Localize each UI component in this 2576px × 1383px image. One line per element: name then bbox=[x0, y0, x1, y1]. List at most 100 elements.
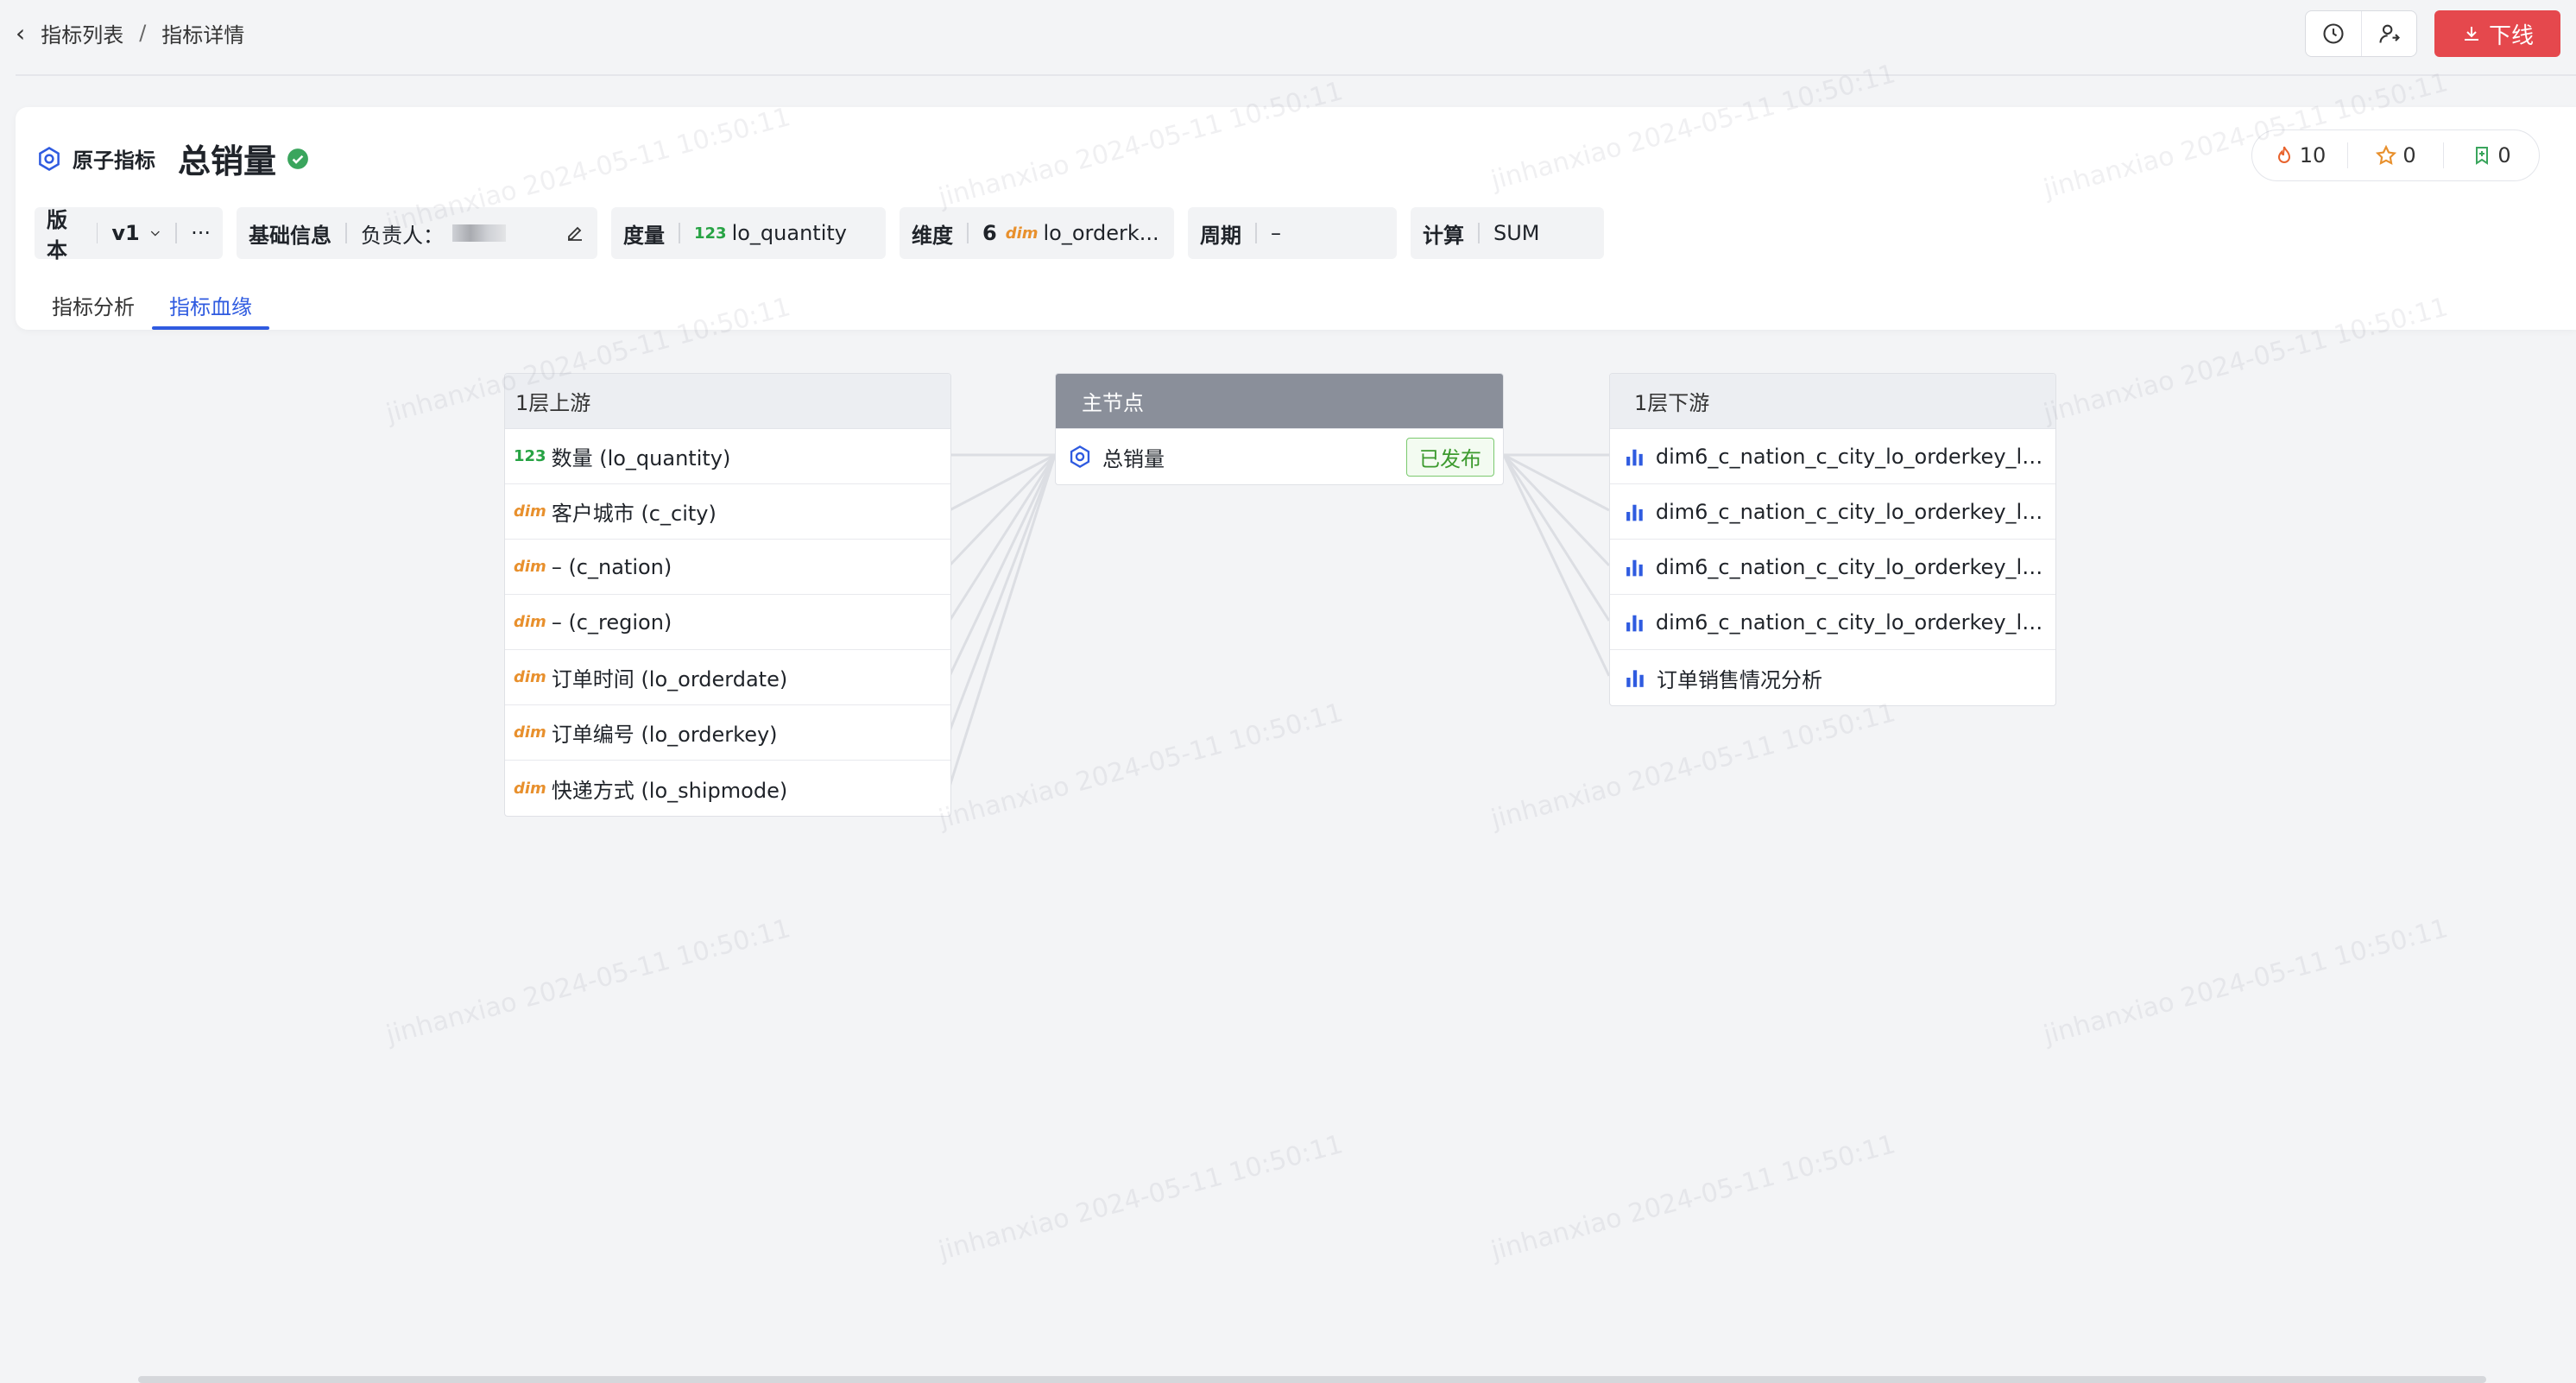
version-key: 版本 bbox=[47, 208, 67, 262]
upstream-item[interactable]: dim 订单编号 (lo_orderkey) bbox=[505, 705, 950, 761]
favorite-stat[interactable]: 0 bbox=[2347, 142, 2443, 168]
downstream-item-label: dim6_c_nation_c_city_lo_orderkey_lo_... bbox=[1655, 444, 2047, 469]
downstream-item[interactable]: dim6_c_nation_c_city_lo_orderkey_lo_... bbox=[1610, 595, 2055, 650]
verified-icon bbox=[287, 148, 308, 169]
hot-stat[interactable]: 10 bbox=[2252, 143, 2347, 167]
user-switch-icon bbox=[2378, 24, 2400, 43]
flame-icon bbox=[2277, 146, 2290, 163]
breadcrumb-parent[interactable]: 指标列表 bbox=[41, 18, 123, 48]
separator bbox=[345, 223, 347, 243]
upstream-item-label: 数量 (lo_quantity) bbox=[551, 446, 731, 470]
number-type-icon: 123 bbox=[694, 224, 727, 243]
metric-header-card: 原子指标 总销量 10 0 0 版本 v1 ··· 基础信息 负责人： 度量 1… bbox=[16, 107, 2576, 330]
dim-type-icon: dim bbox=[514, 723, 546, 742]
bar-chart-icon bbox=[1626, 504, 1643, 521]
upstream-item[interactable]: dim – (c_nation) bbox=[505, 540, 950, 595]
hot-count: 10 bbox=[2299, 143, 2327, 167]
downstream-item-label: dim6_c_nation_c_city_lo_orderkey_lo_... bbox=[1655, 499, 2047, 524]
calc-box: 计算 SUM bbox=[1411, 207, 1604, 259]
downstream-item-label: dim6_c_nation_c_city_lo_orderkey_lo_... bbox=[1655, 609, 2047, 635]
period-box: 周期 – bbox=[1188, 207, 1397, 259]
bar-chart-icon bbox=[1626, 670, 1644, 687]
downstream-panel: 1层下游 dim6_c_nation_c_city_lo_orderkey_lo… bbox=[1609, 373, 2056, 706]
link-downstream-3 bbox=[1502, 453, 1611, 567]
upstream-item[interactable]: dim – (c_region) bbox=[505, 595, 950, 650]
top-divider bbox=[16, 74, 2576, 76]
atomic-metric-icon bbox=[1070, 445, 1090, 469]
upstream-panel: 1层上游 123 数量 (lo_quantity) dim 客户城市 (c_ci… bbox=[504, 373, 951, 817]
link-upstream-7 bbox=[948, 454, 1057, 787]
bar-chart-icon bbox=[1626, 559, 1643, 576]
upstream-item[interactable]: dim 快递方式 (lo_shipmode) bbox=[505, 761, 950, 816]
downstream-item-label: 订单销售情况分析 bbox=[1657, 667, 1822, 692]
dim-type-icon: dim bbox=[514, 502, 546, 521]
basic-info-box: 基础信息 负责人： bbox=[237, 207, 597, 259]
chevron-down-icon[interactable] bbox=[148, 225, 162, 241]
upstream-item-label: 客户城市 (c_city) bbox=[551, 502, 717, 526]
tab-metric-analysis[interactable]: 指标分析 bbox=[35, 280, 152, 330]
calc-key: 计算 bbox=[1423, 223, 1464, 248]
metric-title: 总销量 bbox=[178, 142, 277, 180]
bar-chart-icon bbox=[1626, 449, 1643, 465]
published-status-badge: 已发布 bbox=[1406, 437, 1494, 477]
separator bbox=[175, 223, 178, 243]
measure-key: 度量 bbox=[623, 223, 665, 248]
main-node-label: 总销量 bbox=[1102, 446, 1165, 471]
downstream-item[interactable]: 订单销售情况分析 bbox=[1610, 650, 2055, 705]
horizontal-scrollbar[interactable] bbox=[138, 1376, 2486, 1383]
clock-icon bbox=[2323, 23, 2344, 44]
breadcrumb: ‹ 指标列表 / 指标详情 bbox=[16, 18, 244, 48]
metric-title-row: 原子指标 总销量 bbox=[36, 135, 309, 182]
dim-type-icon: dim bbox=[1005, 224, 1039, 243]
offline-button[interactable]: 下线 bbox=[2434, 10, 2560, 57]
history-button[interactable] bbox=[2306, 11, 2361, 56]
lineage-canvas[interactable]: 1层上游 123 数量 (lo_quantity) dim 客户城市 (c_ci… bbox=[0, 330, 2576, 1383]
dimension-value[interactable]: lo_orderk... bbox=[1044, 221, 1159, 245]
upstream-item[interactable]: dim 客户城市 (c_city) bbox=[505, 484, 950, 540]
link-upstream-5 bbox=[948, 454, 1057, 677]
downstream-item[interactable]: dim6_c_nation_c_city_lo_orderkey_lo_... bbox=[1610, 484, 2055, 540]
breadcrumb-current: 指标详情 bbox=[161, 22, 245, 47]
separator bbox=[967, 223, 969, 243]
downstream-item[interactable]: dim6_c_nation_c_city_lo_orderkey_lo_... bbox=[1610, 540, 2055, 595]
top-icon-group bbox=[2305, 10, 2417, 57]
downstream-item-label: dim6_c_nation_c_city_lo_orderkey_lo_... bbox=[1655, 554, 2047, 579]
version-box: 版本 v1 ··· bbox=[35, 207, 223, 262]
main-node-title: 主节点 bbox=[1056, 374, 1503, 429]
offline-button-label: 下线 bbox=[2488, 22, 2534, 49]
favorite-count: 0 bbox=[2402, 143, 2416, 167]
dimension-key: 维度 bbox=[912, 223, 953, 248]
bookmark-stat[interactable]: 0 bbox=[2443, 142, 2539, 168]
tab-metric-lineage[interactable]: 指标血缘 bbox=[152, 280, 269, 330]
download-icon bbox=[2464, 27, 2478, 41]
bar-chart-icon bbox=[1626, 615, 1643, 631]
upstream-item-label: 订单编号 (lo_orderkey) bbox=[551, 723, 778, 747]
period-key: 周期 bbox=[1200, 223, 1241, 248]
version-select[interactable]: v1 bbox=[111, 221, 139, 245]
downstream-item[interactable]: dim6_c_nation_c_city_lo_orderkey_lo_... bbox=[1610, 429, 2055, 484]
metric-stats: 10 0 0 bbox=[2251, 129, 2540, 181]
version-more-button[interactable]: ··· bbox=[191, 221, 211, 245]
upstream-item[interactable]: 123 数量 (lo_quantity) bbox=[505, 429, 950, 484]
main-node-item[interactable]: 总销量 已发布 bbox=[1056, 429, 1503, 484]
top-actions: 下线 bbox=[2305, 10, 2560, 57]
separator bbox=[1255, 223, 1257, 243]
link-downstream-4 bbox=[1502, 454, 1611, 622]
star-icon bbox=[2376, 144, 2397, 165]
upstream-item[interactable]: dim 订单时间 (lo_orderdate) bbox=[505, 650, 950, 705]
calc-value: SUM bbox=[1493, 221, 1540, 245]
lineage-links bbox=[948, 453, 1611, 787]
separator bbox=[1478, 223, 1480, 243]
link-upstream-3 bbox=[948, 453, 1057, 567]
metric-type-label: 原子指标 bbox=[73, 148, 155, 173]
separator bbox=[679, 223, 680, 243]
measure-box: 度量 123 lo_quantity bbox=[611, 207, 886, 259]
back-chevron-icon[interactable]: ‹ bbox=[16, 19, 25, 47]
edit-pencil-icon[interactable] bbox=[565, 223, 585, 243]
bookmark-count: 0 bbox=[2497, 143, 2511, 167]
link-upstream-6 bbox=[948, 454, 1057, 732]
owner-transfer-button[interactable] bbox=[2361, 11, 2416, 56]
measure-value: lo_quantity bbox=[731, 221, 847, 245]
top-bar: ‹ 指标列表 / 指标详情 下线 bbox=[0, 0, 2576, 66]
dimension-count: 6 bbox=[982, 221, 997, 245]
